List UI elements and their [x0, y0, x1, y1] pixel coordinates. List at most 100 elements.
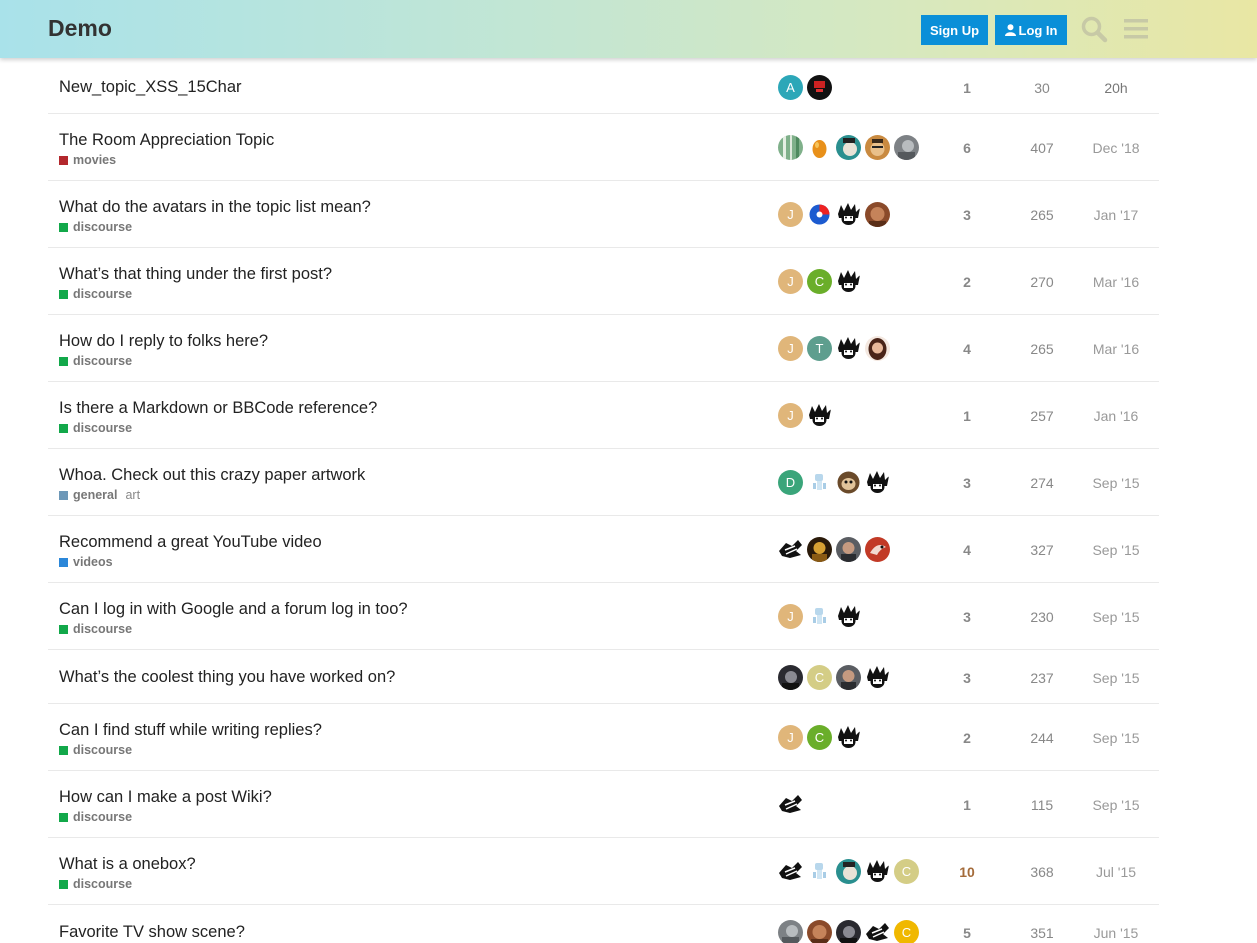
- topic-row-can-i-find-stuff-while-writing-replies[interactable]: Can I find stuff while writing replies? d…: [48, 704, 1159, 771]
- sketch-avatar[interactable]: [778, 537, 803, 562]
- topic-title-link[interactable]: Is there a Markdown or BBCode reference?: [59, 399, 377, 418]
- category-badge-discourse[interactable]: discourse: [59, 287, 132, 301]
- spiky-avatar[interactable]: [865, 859, 890, 884]
- spiky-avatar[interactable]: [836, 202, 861, 227]
- gold-portrait-avatar[interactable]: [807, 537, 832, 562]
- activity-time[interactable]: Sep '15: [1084, 670, 1148, 686]
- activity-time[interactable]: Jun '15: [1084, 925, 1148, 941]
- letter-avatar[interactable]: C: [894, 859, 919, 884]
- letter-avatar[interactable]: J: [778, 725, 803, 750]
- activity-time[interactable]: Sep '15: [1084, 475, 1148, 491]
- activity-time[interactable]: 20h: [1084, 80, 1148, 96]
- robot-avatar[interactable]: [807, 604, 832, 629]
- topic-row-new-topic-xss-15char[interactable]: New_topic_XSS_15Char A 1 30 20h: [48, 60, 1159, 114]
- topic-row-how-do-i-reply-to-folks-here[interactable]: How do I reply to folks here? discourse J T…: [48, 315, 1159, 382]
- robot-avatar[interactable]: [807, 859, 832, 884]
- activity-time[interactable]: Jan '17: [1084, 207, 1148, 223]
- letter-avatar[interactable]: C: [807, 665, 832, 690]
- topic-title-link[interactable]: New_topic_XSS_15Char: [59, 78, 242, 97]
- topic-title-link[interactable]: How do I reply to folks here?: [59, 332, 268, 351]
- blue-red-ball-avatar[interactable]: [807, 202, 832, 227]
- robot-avatar[interactable]: [807, 470, 832, 495]
- teal-face-avatar[interactable]: [836, 859, 861, 884]
- man-portrait-avatar[interactable]: [836, 537, 861, 562]
- topic-row-what-is-a-onebox[interactable]: What is a onebox? discourse C 10 368 Jul '15: [48, 838, 1159, 905]
- log-in-button[interactable]: Log In: [995, 15, 1067, 45]
- category-badge-videos[interactable]: videos: [59, 555, 113, 569]
- sketch-avatar[interactable]: [865, 920, 890, 943]
- letter-avatar[interactable]: C: [807, 725, 832, 750]
- woman-portrait-avatar[interactable]: [865, 336, 890, 361]
- letter-avatar[interactable]: T: [807, 336, 832, 361]
- activity-time[interactable]: Sep '15: [1084, 797, 1148, 813]
- category-badge-movies[interactable]: movies: [59, 153, 116, 167]
- topic-tag[interactable]: art: [125, 488, 140, 502]
- activity-time[interactable]: Sep '15: [1084, 542, 1148, 558]
- topic-title-link[interactable]: Whoa. Check out this crazy paper artwork: [59, 466, 365, 485]
- topic-title-link[interactable]: Recommend a great YouTube video: [59, 533, 322, 552]
- topic-row-what-s-the-coolest-thing-you-have-worked[interactable]: What’s the coolest thing you have worked…: [48, 650, 1159, 704]
- replies-count[interactable]: 3: [944, 475, 990, 491]
- search-icon[interactable]: [1080, 15, 1108, 43]
- site-logo[interactable]: Demo: [48, 15, 112, 42]
- replies-count[interactable]: 5: [944, 925, 990, 941]
- topic-row-can-i-log-in-with-google-and-a-forum-log[interactable]: Can I log in with Google and a forum log…: [48, 583, 1159, 650]
- replies-count[interactable]: 1: [944, 80, 990, 96]
- replies-count[interactable]: 4: [944, 542, 990, 558]
- grey-photo-avatar[interactable]: [894, 135, 919, 160]
- sloth-avatar[interactable]: [836, 470, 861, 495]
- man-portrait-avatar[interactable]: [836, 665, 861, 690]
- topic-row-the-room-appreciation-topic[interactable]: The Room Appreciation Topic movies 6 407 Dec…: [48, 114, 1159, 181]
- red-bird-avatar[interactable]: [865, 537, 890, 562]
- activity-time[interactable]: Jul '15: [1084, 864, 1148, 880]
- spiky-avatar[interactable]: [836, 269, 861, 294]
- letter-avatar[interactable]: D: [778, 470, 803, 495]
- dark-portrait-avatar[interactable]: [836, 920, 861, 943]
- hamburger-menu-icon[interactable]: [1122, 15, 1150, 43]
- category-badge-discourse[interactable]: discourse: [59, 220, 132, 234]
- sign-up-button[interactable]: Sign Up: [921, 15, 988, 45]
- replies-count[interactable]: 3: [944, 670, 990, 686]
- replies-count[interactable]: 3: [944, 207, 990, 223]
- spiky-avatar[interactable]: [865, 470, 890, 495]
- spiky-avatar[interactable]: [836, 725, 861, 750]
- brown-portrait-avatar[interactable]: [865, 202, 890, 227]
- letter-avatar[interactable]: J: [778, 604, 803, 629]
- spiky-avatar[interactable]: [836, 336, 861, 361]
- topic-title-link[interactable]: Can I find stuff while writing replies?: [59, 721, 322, 740]
- dark-red-avatar[interactable]: [807, 75, 832, 100]
- replies-count[interactable]: 10: [944, 864, 990, 880]
- activity-time[interactable]: Jan '16: [1084, 408, 1148, 424]
- topic-row-what-do-the-avatars-in-the-topic-list-me[interactable]: What do the avatars in the topic list me…: [48, 181, 1159, 248]
- green-stripes-avatar[interactable]: [778, 135, 803, 160]
- activity-time[interactable]: Mar '16: [1084, 341, 1148, 357]
- letter-avatar[interactable]: J: [778, 336, 803, 361]
- replies-count[interactable]: 2: [944, 274, 990, 290]
- topic-row-recommend-a-great-youtube-video[interactable]: Recommend a great YouTube video videos 4 32…: [48, 516, 1159, 583]
- brown-portrait-avatar[interactable]: [807, 920, 832, 943]
- brown-face-avatar[interactable]: [865, 135, 890, 160]
- activity-time[interactable]: Mar '16: [1084, 274, 1148, 290]
- topic-row-is-there-a-markdown-or-bbcode-reference[interactable]: Is there a Markdown or BBCode reference?…: [48, 382, 1159, 449]
- orange-egg-avatar[interactable]: [807, 135, 832, 160]
- replies-count[interactable]: 1: [944, 408, 990, 424]
- topic-title-link[interactable]: What do the avatars in the topic list me…: [59, 198, 371, 217]
- category-badge-discourse[interactable]: discourse: [59, 877, 132, 891]
- topic-title-link[interactable]: Favorite TV show scene?: [59, 923, 245, 942]
- category-badge-discourse[interactable]: discourse: [59, 743, 132, 757]
- letter-avatar[interactable]: J: [778, 202, 803, 227]
- replies-count[interactable]: 6: [944, 140, 990, 156]
- category-badge-discourse[interactable]: discourse: [59, 810, 132, 824]
- topic-title-link[interactable]: Can I log in with Google and a forum log…: [59, 600, 408, 619]
- letter-avatar[interactable]: C: [807, 269, 832, 294]
- topic-title-link[interactable]: What is a onebox?: [59, 855, 196, 874]
- spiky-avatar[interactable]: [836, 604, 861, 629]
- replies-count[interactable]: 1: [944, 797, 990, 813]
- topic-title-link[interactable]: How can I make a post Wiki?: [59, 788, 272, 807]
- activity-time[interactable]: Sep '15: [1084, 609, 1148, 625]
- topic-row-whoa-check-out-this-crazy-paper-artwork[interactable]: Whoa. Check out this crazy paper artwork…: [48, 449, 1159, 516]
- topic-row-what-s-that-thing-under-the-first-post[interactable]: What’s that thing under the first post? d…: [48, 248, 1159, 315]
- category-badge-general[interactable]: general art: [59, 488, 140, 502]
- topic-title-link[interactable]: The Room Appreciation Topic: [59, 131, 274, 150]
- letter-avatar[interactable]: J: [778, 403, 803, 428]
